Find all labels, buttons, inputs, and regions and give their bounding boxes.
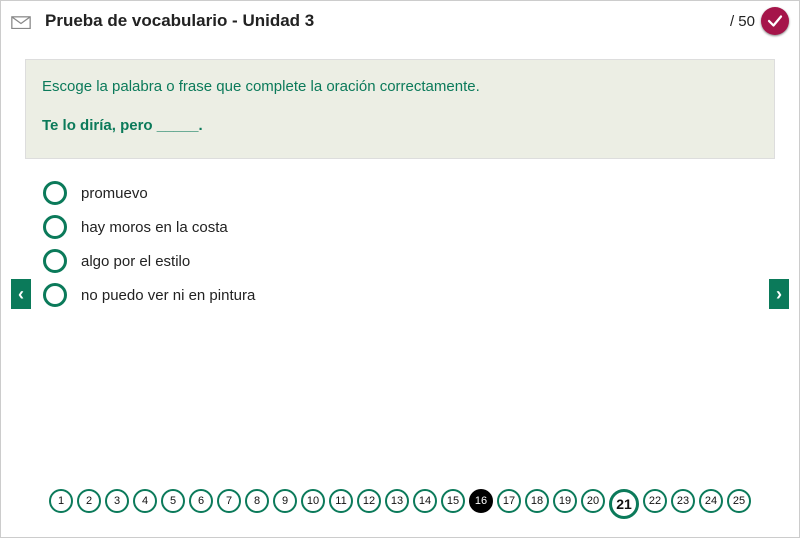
pager-item-1[interactable]: 1 [49, 489, 73, 513]
pager-item-9[interactable]: 9 [273, 489, 297, 513]
header-bar: Prueba de vocabulario - Unidad 3 / 50 [1, 1, 799, 41]
pager-item-22[interactable]: 22 [643, 489, 667, 513]
option-label: hay moros en la costa [81, 219, 228, 236]
radio-icon [43, 181, 67, 205]
pager-item-25[interactable]: 25 [727, 489, 751, 513]
pager-item-8[interactable]: 8 [245, 489, 269, 513]
option-label: no puedo ver ni en pintura [81, 287, 255, 304]
radio-icon [43, 249, 67, 273]
chevron-right-icon: › [776, 285, 782, 303]
pager-item-10[interactable]: 10 [301, 489, 325, 513]
option-label: algo por el estilo [81, 253, 190, 270]
pager-item-16[interactable]: 16 [469, 489, 493, 513]
option-3[interactable]: algo por el estilo [43, 249, 799, 273]
pager-item-14[interactable]: 14 [413, 489, 437, 513]
pager-item-11[interactable]: 11 [329, 489, 353, 513]
pager-item-20[interactable]: 20 [581, 489, 605, 513]
pager-item-21[interactable]: 21 [609, 489, 639, 519]
pager-item-4[interactable]: 4 [133, 489, 157, 513]
option-2[interactable]: hay moros en la costa [43, 215, 799, 239]
pager-item-15[interactable]: 15 [441, 489, 465, 513]
pager-row: 1234567891011121314151617181920212223242… [1, 489, 799, 519]
pager-item-7[interactable]: 7 [217, 489, 241, 513]
instruction-panel: Escoge la palabra o frase que complete l… [25, 59, 775, 159]
chevron-left-icon: ‹ [18, 285, 24, 303]
pager-item-23[interactable]: 23 [671, 489, 695, 513]
score-label: / 50 [730, 13, 755, 30]
pager-item-2[interactable]: 2 [77, 489, 101, 513]
pager-item-17[interactable]: 17 [497, 489, 521, 513]
pager-item-5[interactable]: 5 [161, 489, 185, 513]
next-question-button[interactable]: › [769, 279, 789, 309]
option-label: promuevo [81, 185, 148, 202]
mail-icon[interactable] [11, 16, 31, 30]
pager-item-19[interactable]: 19 [553, 489, 577, 513]
pager-item-6[interactable]: 6 [189, 489, 213, 513]
page-title: Prueba de vocabulario - Unidad 3 [45, 11, 730, 31]
submit-check-button[interactable] [761, 7, 789, 35]
pager-item-24[interactable]: 24 [699, 489, 723, 513]
option-4[interactable]: no puedo ver ni en pintura [43, 283, 799, 307]
prev-question-button[interactable]: ‹ [11, 279, 31, 309]
radio-icon [43, 215, 67, 239]
options-list: promuevo hay moros en la costa algo por … [43, 181, 799, 307]
option-1[interactable]: promuevo [43, 181, 799, 205]
pager-item-3[interactable]: 3 [105, 489, 129, 513]
question-prompt: Te lo diría, pero _____. [42, 117, 758, 134]
pager-item-13[interactable]: 13 [385, 489, 409, 513]
radio-icon [43, 283, 67, 307]
pager-item-12[interactable]: 12 [357, 489, 381, 513]
instruction-text: Escoge la palabra o frase que complete l… [42, 78, 758, 95]
pager-item-18[interactable]: 18 [525, 489, 549, 513]
app-frame: Prueba de vocabulario - Unidad 3 / 50 Es… [0, 0, 800, 538]
